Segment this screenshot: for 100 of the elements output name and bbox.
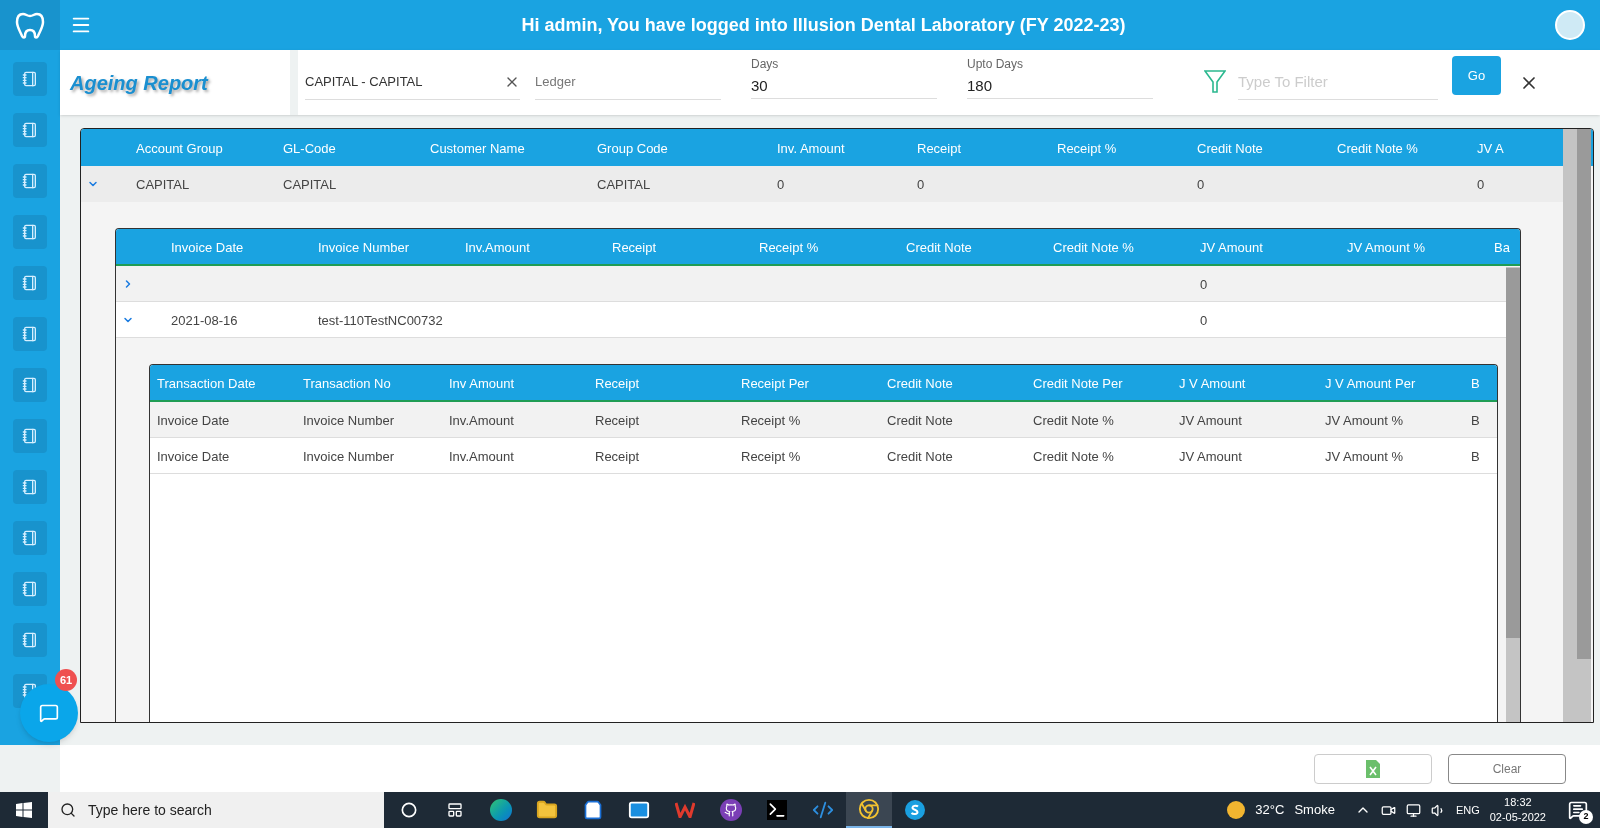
column-header: Credit Note	[1197, 140, 1263, 156]
sidebar-item[interactable]	[13, 623, 47, 657]
sidebar-item[interactable]	[13, 62, 47, 96]
sidebar-item[interactable]	[13, 419, 47, 453]
sidebar-item[interactable]	[13, 317, 47, 351]
tooth-logo-icon	[15, 10, 45, 40]
taskbar-search-field[interactable]: Type here to search	[48, 792, 384, 828]
sidebar-item[interactable]	[13, 266, 47, 300]
table-cell: Credit Note	[887, 448, 953, 464]
table-cell: CAPITAL	[283, 177, 337, 192]
notebook-icon	[22, 530, 38, 546]
ledger-group-field[interactable]: CAPITAL - CAPITAL	[305, 64, 520, 100]
upto-days-field[interactable]: 180	[967, 73, 1153, 99]
notification-badge: 61	[55, 669, 77, 691]
table-cell: test-110TestNC00732	[318, 312, 443, 328]
field-label: Days	[751, 56, 780, 73]
column-header: JV A	[1477, 140, 1504, 156]
table-cell: Invoice Number	[303, 412, 395, 428]
notebook-icon	[22, 71, 38, 87]
notification-count: 2	[1579, 810, 1593, 824]
notebook-icon	[22, 173, 38, 189]
notebook-icon	[22, 377, 38, 393]
avatar[interactable]	[1555, 10, 1585, 40]
column-header: Receipt Per	[741, 375, 809, 391]
table-cell: Invoice Date	[157, 448, 230, 464]
page-title: Ageing Report	[70, 70, 208, 96]
clear-button[interactable]: Clear	[1448, 753, 1566, 784]
table-cell: 0	[1200, 276, 1208, 292]
language-indicator[interactable]: ENG	[1455, 801, 1480, 819]
scrollbar[interactable]	[1506, 267, 1520, 722]
table-cell: 0	[1200, 312, 1208, 328]
scrollbar[interactable]	[1563, 129, 1591, 722]
table-cell: Invoice Number	[303, 448, 395, 464]
table-cell: 0	[1477, 177, 1485, 192]
table-cell: JV Amount %	[1325, 448, 1404, 464]
sidebar-item[interactable]	[13, 215, 47, 249]
column-header: B	[1471, 375, 1480, 391]
network-icon[interactable]	[1405, 802, 1421, 818]
chrome-icon[interactable]	[846, 792, 892, 828]
table-cell: B	[1471, 412, 1480, 428]
sidebar-item[interactable]	[13, 572, 47, 606]
table-cell: 2021-08-16	[171, 312, 238, 328]
table-cell: JV Amount %	[1325, 412, 1404, 428]
table-cell: JV Amount	[1179, 412, 1242, 428]
column-header: Credit Note %	[1337, 140, 1418, 156]
table-cell: CAPITAL	[597, 177, 651, 192]
weather-text: Smoke	[1294, 801, 1335, 820]
ledger-field[interactable]: Ledger	[535, 64, 721, 100]
notebook-icon	[22, 275, 38, 291]
notebook-icon	[22, 122, 38, 138]
header-title: Hi admin, You have logged into Illusion Dental Laboratory (FY 2022-23)	[520, 13, 1127, 37]
column-header: Credit Note %	[1053, 239, 1134, 255]
column-header: Group Code	[597, 140, 668, 156]
column-header: Receipt	[595, 375, 640, 391]
column-header: GL-Code	[283, 140, 336, 156]
notebook-icon	[22, 581, 38, 597]
sidebar-item[interactable]	[13, 113, 47, 147]
column-header: Inv.Amount	[465, 239, 530, 255]
sidebar-item[interactable]	[13, 368, 47, 402]
field-label: Upto Days	[967, 56, 1025, 73]
column-header: Ba	[1494, 239, 1510, 255]
column-header: Credit Note	[887, 375, 953, 391]
table-cell: JV Amount	[1179, 448, 1242, 464]
column-header: Invoice Number	[318, 239, 410, 255]
sidebar-item[interactable]	[13, 521, 47, 555]
table-cell: B	[1471, 448, 1480, 464]
column-header: Customer Name	[430, 140, 525, 156]
notebook-icon	[22, 428, 38, 444]
column-header: Inv. Amount	[777, 140, 845, 156]
table-cell: Receipt	[595, 412, 640, 428]
sidebar-item[interactable]	[13, 470, 47, 504]
table-cell: Receipt	[595, 448, 640, 464]
table-cell: Credit Note %	[1033, 448, 1114, 464]
excel-file-icon	[1366, 759, 1380, 778]
table-cell: Credit Note	[887, 412, 953, 428]
notification-center-icon[interactable]	[1568, 800, 1588, 820]
column-header: Receipt	[612, 239, 657, 255]
table-cell: Invoice Date	[157, 412, 230, 428]
column-header: J V Amount	[1179, 375, 1246, 391]
sidebar-item[interactable]	[13, 164, 47, 198]
notebook-icon	[22, 326, 38, 342]
column-header: Inv Amount	[449, 375, 515, 391]
table-cell: Credit Note %	[1033, 412, 1114, 428]
column-header: Invoice Date	[171, 239, 244, 255]
column-header: Receipt %	[1057, 140, 1117, 156]
column-header: J V Amount Per	[1325, 375, 1416, 391]
table-cell: 0	[777, 177, 785, 192]
column-header: Account Group	[136, 140, 223, 156]
windows-logo-icon	[16, 802, 32, 818]
excel-export-button[interactable]	[1314, 753, 1432, 784]
table-cell: CAPITAL	[136, 177, 190, 192]
notebook-icon	[22, 479, 38, 495]
clock[interactable]: 18:32 02-05-2022	[1489, 795, 1546, 825]
weather-icon	[1227, 801, 1246, 819]
column-header: Credit Note	[906, 239, 972, 255]
column-header: Transaction Date	[157, 375, 256, 391]
column-header: JV Amount	[1200, 239, 1263, 255]
table-cell: 0	[1197, 177, 1205, 192]
filter-icon	[1204, 70, 1226, 94]
days-field[interactable]: 30	[751, 73, 937, 99]
